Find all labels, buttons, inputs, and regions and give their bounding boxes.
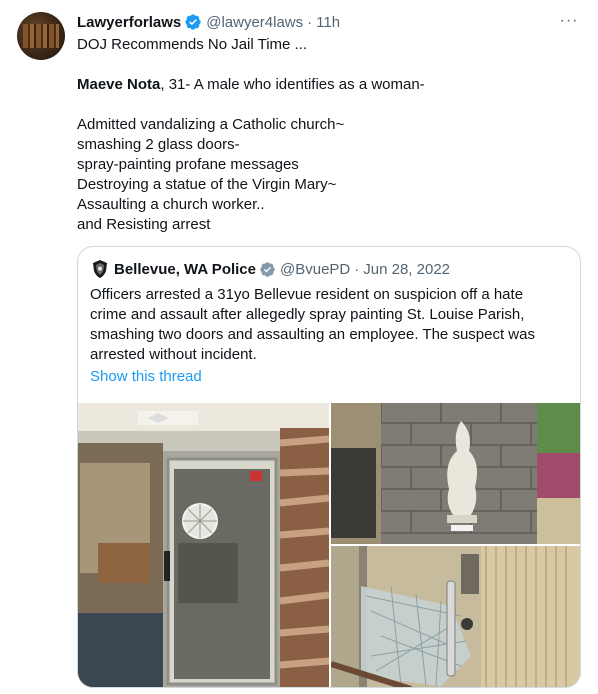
- tweet-line: Admitted vandalizing a Catholic church~: [77, 116, 345, 133]
- shattered-glass-photo: [331, 546, 580, 687]
- show-thread-link[interactable]: Show this thread: [90, 368, 202, 385]
- author-avatar[interactable]: [17, 12, 65, 60]
- quoted-tweet[interactable]: Bellevue, WA Police @BvuePD · Jun 28, 20…: [77, 246, 581, 688]
- author-handle[interactable]: @lawyer4laws: [206, 14, 303, 31]
- quoted-handle[interactable]: @BvuePD: [280, 261, 350, 278]
- subject-description: , 31- A male who identifies as a woman-: [160, 76, 425, 93]
- tweet-header: Lawyerforlaws @lawyer4laws · 11h: [77, 12, 340, 32]
- tweet-line: spray-painting profane messages: [77, 156, 299, 173]
- tweet-time[interactable]: 11h: [316, 14, 340, 31]
- verified-badge-icon: [185, 14, 201, 30]
- tweet-line: Maeve Nota, 31- A male who identifies as…: [77, 75, 577, 95]
- media-image-broken-door[interactable]: [78, 403, 329, 687]
- quoted-date[interactable]: Jun 28, 2022: [363, 261, 450, 278]
- statue-photo: [331, 403, 580, 544]
- tweet-text: DOJ Recommends No Jail Time ... Maeve No…: [77, 35, 577, 235]
- broken-door-photo: [78, 403, 329, 687]
- avatar-bookshelf: [23, 24, 59, 48]
- more-options-icon[interactable]: ···: [558, 10, 580, 32]
- media-image-shattered-glass[interactable]: [331, 546, 580, 687]
- tweet-line: DOJ Recommends No Jail Time ...: [77, 36, 308, 53]
- police-badge-avatar[interactable]: [90, 259, 110, 279]
- media-image-statue[interactable]: [331, 403, 580, 544]
- quoted-line: arrested without incident.: [90, 346, 257, 363]
- tweet-line: Assaulting a church worker..: [77, 196, 265, 213]
- tweet-line: Destroying a statue of the Virgin Mary~: [77, 176, 337, 193]
- quoted-line: Officers arrested a 31yo Bellevue reside…: [90, 286, 524, 303]
- tweet-line: smashing 2 glass doors-: [77, 136, 240, 153]
- separator-dot: ·: [307, 13, 313, 31]
- quoted-line: crime and assault after allegedly spray …: [90, 306, 525, 323]
- tweet-line: and Resisting arrest: [77, 216, 211, 233]
- subject-name: Maeve Nota: [77, 76, 161, 93]
- quoted-text: Officers arrested a 31yo Bellevue reside…: [90, 285, 570, 365]
- quoted-author-name[interactable]: Bellevue, WA Police: [114, 261, 256, 278]
- author-name[interactable]: Lawyerforlaws: [77, 14, 181, 31]
- separator-dot: ·: [354, 260, 360, 278]
- police-shield-icon: [93, 260, 107, 278]
- government-badge-icon: [260, 261, 275, 277]
- quoted-line: smashing two doors and assaulting an emp…: [90, 326, 535, 343]
- media-grid: [78, 403, 580, 687]
- quoted-header: Bellevue, WA Police @BvuePD · Jun 28, 20…: [90, 259, 450, 279]
